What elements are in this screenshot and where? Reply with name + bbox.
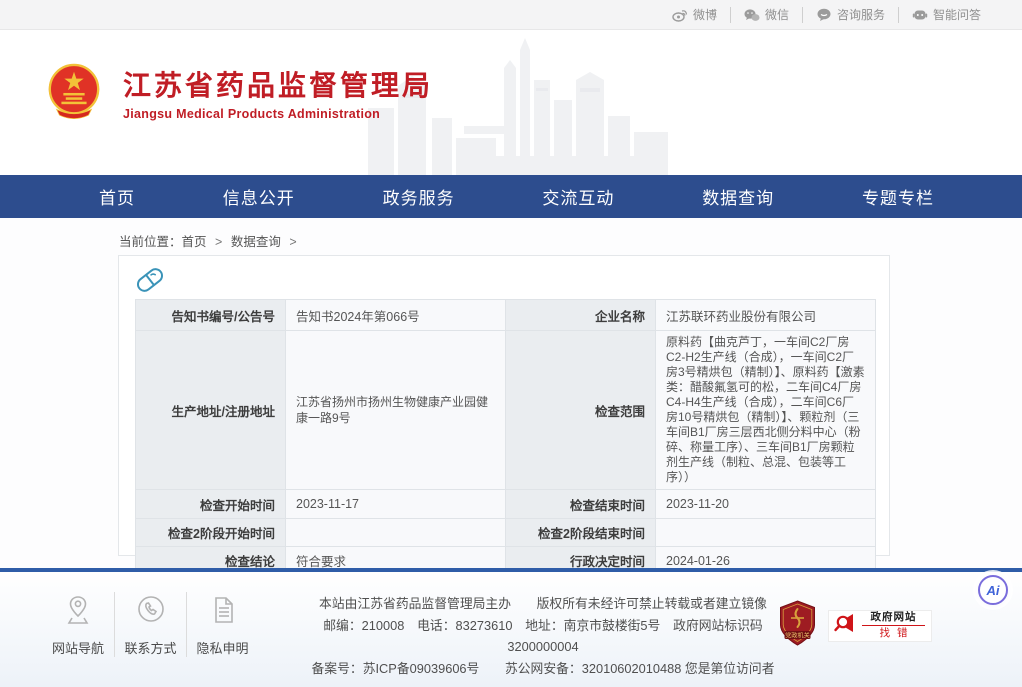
breadcrumb-separator: >: [289, 235, 296, 249]
contact-label: 联系方式: [115, 638, 186, 657]
footer-line-host: 本站由江苏省药品监督管理局主办 版权所有未经许可禁止转载或者建立镜像: [288, 593, 798, 615]
top-utility-bar: 微博 微信 咨询服务 智能问答: [0, 0, 1022, 30]
scope-label: 检查范围: [506, 331, 656, 490]
table-row: 生产地址/注册地址 江苏省扬州市扬州生物健康产业园健康一路9号 检查范围 原料药…: [136, 331, 876, 490]
gov-site-error-report-text: 政府网站 找错: [862, 611, 925, 640]
breadcrumb-prefix: 当前位置：: [119, 235, 182, 249]
inspection-detail-card: 告知书编号/公告号 告知书2024年第066号 企业名称 江苏联环药业股份有限公…: [118, 255, 890, 556]
pill-capsule-icon: [135, 265, 165, 295]
footer-line-contact: 邮编：210008 电话：83273610 地址：南京市鼓楼街5号 政府网站标识…: [288, 615, 798, 658]
footer-quick-links: 网站导航 联系方式 隐私申明: [42, 592, 258, 657]
nav-item-interaction[interactable]: 交流互动: [542, 184, 614, 209]
notice-no-value: 告知书2024年第066号: [286, 300, 506, 331]
footer-badges: 党政机关 政府网站 找错: [779, 600, 932, 651]
address-value: 江苏省扬州市扬州生物健康产业园健康一路9号: [286, 331, 506, 490]
weibo-label: 微博: [693, 7, 717, 23]
site-navigation-link[interactable]: 网站导航: [42, 592, 114, 657]
scope-value: 原料药【曲克芦丁，一车间C2厂房C2-H2生产线（合成），一车间C2厂房3号精烘…: [656, 331, 876, 490]
weibo-link[interactable]: 微博: [659, 7, 730, 23]
chat-bubble-icon: [816, 8, 832, 22]
nav-item-data-query[interactable]: 数据查询: [702, 184, 774, 209]
robot-icon: [912, 8, 928, 22]
privacy-statement-label: 隐私申明: [187, 638, 258, 657]
shield-badge-label: 党政机关: [785, 631, 810, 639]
footer-line-icp: 备案号：苏ICP备09039606号 苏公网安备：32010602010488 …: [288, 658, 798, 680]
start-time-label: 检查开始时间: [136, 490, 286, 519]
company-value: 江苏联环药业股份有限公司: [656, 300, 876, 331]
privacy-statement-link[interactable]: 隐私申明: [186, 592, 258, 657]
nav-item-gov-services[interactable]: 政务服务: [383, 184, 455, 209]
breadcrumb: 当前位置：首页 > 数据查询 >: [0, 218, 1022, 250]
nav-item-special-columns[interactable]: 专题专栏: [862, 184, 934, 209]
phase2-start-value: [286, 519, 506, 547]
consult-service-link[interactable]: 咨询服务: [802, 7, 898, 23]
breadcrumb-home-link[interactable]: 首页: [182, 235, 207, 249]
start-time-value: 2023-11-17: [286, 490, 506, 519]
consult-service-label: 咨询服务: [837, 7, 885, 23]
phone-icon: [136, 613, 166, 630]
contact-link[interactable]: 联系方式: [114, 592, 186, 657]
gov-site-error-report-badge[interactable]: 政府网站 找错: [828, 610, 932, 642]
address-label: 生产地址/注册地址: [136, 331, 286, 490]
smart-qa-link[interactable]: 智能问答: [898, 7, 994, 23]
nav-item-home[interactable]: 首页: [99, 184, 135, 209]
footer-info-text: 本站由江苏省药品监督管理局主办 版权所有未经许可禁止转载或者建立镜像 邮编：21…: [288, 593, 798, 679]
main-navigation: 首页 信息公开 政务服务 交流互动 数据查询 专题专栏: [0, 175, 1022, 218]
magnifier-icon: [833, 611, 857, 640]
site-subtitle: Jiangsu Medical Products Administration: [123, 107, 433, 121]
main-content: 当前位置：首页 > 数据查询 > 告知书编号/公告号 告知书2024年第066号…: [0, 218, 1022, 568]
breadcrumb-separator: >: [215, 235, 222, 249]
gov-site-badge-sub: 找错: [862, 625, 925, 640]
phase2-end-value: [656, 519, 876, 547]
wechat-icon: [744, 8, 760, 22]
inspection-detail-table: 告知书编号/公告号 告知书2024年第066号 企业名称 江苏联环药业股份有限公…: [135, 299, 876, 603]
end-time-value: 2023-11-20: [656, 490, 876, 519]
site-title: 江苏省药品监督管理局: [123, 69, 433, 103]
party-gov-shield-badge[interactable]: 党政机关: [779, 600, 816, 651]
national-emblem-logo: [45, 62, 103, 127]
table-row: 检查2阶段开始时间 检查2阶段结束时间: [136, 519, 876, 547]
phase2-start-label: 检查2阶段开始时间: [136, 519, 286, 547]
breadcrumb-data-query-link[interactable]: 数据查询: [231, 235, 281, 249]
phase2-end-label: 检查2阶段结束时间: [506, 519, 656, 547]
smart-qa-label: 智能问答: [933, 7, 981, 23]
site-header: 江苏省药品监督管理局 Jiangsu Medical Products Admi…: [0, 30, 1022, 175]
table-row: 告知书编号/公告号 告知书2024年第066号 企业名称 江苏联环药业股份有限公…: [136, 300, 876, 331]
wechat-label: 微信: [765, 7, 789, 23]
ai-assistant-button[interactable]: Ai: [978, 575, 1008, 605]
wechat-link[interactable]: 微信: [730, 7, 802, 23]
location-pin-icon: [63, 613, 93, 630]
site-footer: 网站导航 联系方式 隐私申明: [0, 568, 1022, 687]
table-row: 检查开始时间 2023-11-17 检查结束时间 2023-11-20: [136, 490, 876, 519]
site-navigation-label: 网站导航: [42, 638, 114, 657]
company-label: 企业名称: [506, 300, 656, 331]
notice-no-label: 告知书编号/公告号: [136, 300, 286, 331]
gov-site-badge-title: 政府网站: [871, 611, 917, 624]
nav-item-info-disclosure[interactable]: 信息公开: [223, 184, 295, 209]
end-time-label: 检查结束时间: [506, 490, 656, 519]
weibo-icon: [672, 8, 688, 22]
document-icon: [208, 613, 238, 630]
